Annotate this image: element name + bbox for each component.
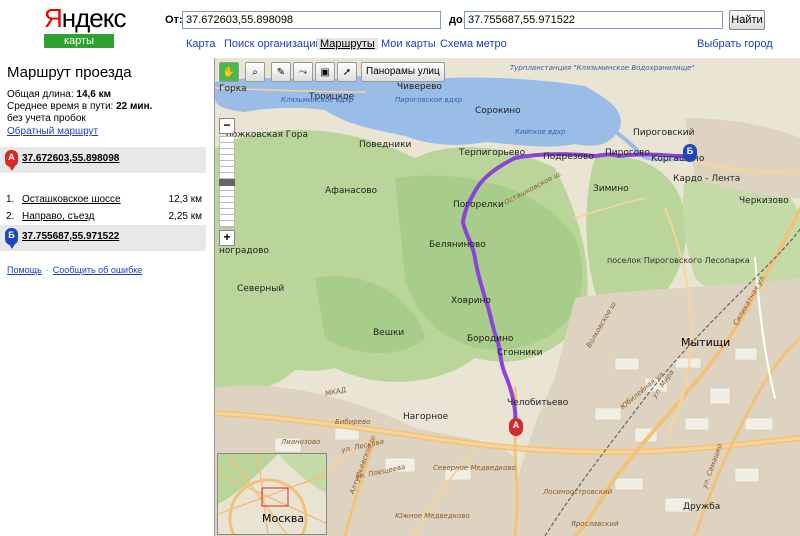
label-sorokino: Сорокино: [475, 106, 521, 116]
find-button[interactable]: Найти: [729, 10, 765, 30]
label-vdkhr: Клязьминское вдхр: [281, 96, 354, 104]
label-hovrino: Ховрино: [451, 296, 491, 306]
nav-my-maps[interactable]: Мои карты: [381, 38, 436, 50]
label-povedniki: Поведники: [359, 140, 412, 150]
label-yuzh-medvedkovo: Южное Медведково: [395, 512, 470, 520]
zoom-thumb[interactable]: [219, 179, 235, 186]
route-point-b[interactable]: Б 37.755687,55.971522: [0, 225, 206, 251]
step-number: 2.: [6, 211, 15, 222]
label-gorka: Горка: [219, 84, 247, 94]
zoom-in-button[interactable]: +: [219, 230, 235, 246]
zoom-area-icon[interactable]: ⌕: [245, 62, 265, 82]
step-distance: 2,25 км: [168, 211, 203, 222]
map-pin-b-icon[interactable]: Б: [683, 144, 697, 162]
route-length: Общая длина: 14,6 км: [7, 89, 111, 100]
help-link[interactable]: Помощь: [7, 265, 42, 275]
label-belyaninovo: Беляниново: [429, 240, 486, 250]
label-pos-pirog: поселок Пироговского Лесопарка: [607, 256, 750, 265]
zoom-out-button[interactable]: −: [219, 118, 235, 134]
report-error-link[interactable]: Сообщить об ошибке: [53, 265, 143, 275]
logo-word-rest: ндекс: [61, 3, 127, 33]
map-view[interactable]: Турпланстанция "Клязьминское Водохранили…: [214, 58, 800, 536]
logo-wordmark: Яндекс: [44, 3, 126, 33]
layers-icon[interactable]: ▣: [315, 62, 335, 82]
from-label: От:: [165, 14, 183, 26]
minimap-label-moskva: Москва: [262, 512, 305, 525]
label-podrezovo: Подрезово: [543, 152, 594, 162]
time-label: Среднее время в пути:: [7, 101, 114, 112]
length-value: 14,6 км: [76, 89, 112, 100]
label-severny: Северный: [237, 284, 285, 294]
pin-a-icon: А: [5, 150, 18, 171]
point-b-coords[interactable]: 37.755687,55.971522: [22, 231, 119, 242]
label-bibirevo: Бибирево: [335, 418, 371, 426]
pointer-icon[interactable]: ➚: [337, 62, 357, 82]
time-value: 22 мин.: [116, 101, 153, 112]
nav-org-search[interactable]: Поиск организаций: [224, 38, 322, 50]
length-label: Общая длина:: [7, 89, 74, 100]
from-input[interactable]: [182, 11, 441, 29]
to-input[interactable]: [464, 11, 723, 29]
label-druzhba: Дружба: [683, 502, 721, 512]
step-text[interactable]: Направо, съезд: [22, 211, 94, 222]
label-kiy: Кийское вдхр: [515, 128, 566, 136]
yandex-logo[interactable]: Яндекс карты: [44, 3, 126, 48]
panel-footer: Помощь · Сообщить об ошибке: [7, 265, 143, 275]
nav-routes[interactable]: Маршруты: [317, 38, 378, 50]
label-turplanshet: Турпланстанция "Клязьминское Водохранили…: [510, 64, 695, 72]
label-sgonniki: Сгонники: [497, 348, 543, 358]
step-text[interactable]: Осташковское шоссе: [22, 194, 121, 205]
label-cherkizovo: Черкизово: [739, 196, 789, 206]
zoom-control: − +: [219, 118, 239, 246]
reverse-route-link[interactable]: Обратный маршрут: [7, 126, 98, 137]
label-zimino: Зимино: [593, 184, 629, 194]
label-lianozovo: Лианозово: [281, 438, 321, 446]
label-sev-medvedkovo: Северное Медведково: [433, 464, 516, 472]
nav-map[interactable]: Карта: [186, 38, 215, 50]
label-pogorelki: Погорелки: [453, 200, 504, 210]
nav-metro-scheme[interactable]: Схема метро: [440, 38, 507, 50]
step-distance: 12,3 км: [168, 194, 203, 205]
map-toolbar: ✋ ⌕ ✎ ⤳ ▣ ➚ Панорамы улиц: [219, 62, 445, 82]
overview-minimap[interactable]: Москва: [217, 453, 327, 535]
map-pin-a-icon[interactable]: А: [509, 418, 523, 436]
street-panorama-button[interactable]: Панорамы улиц: [361, 62, 445, 82]
logo-subtitle: карты: [44, 34, 114, 48]
traffic-note: без учета пробок: [7, 113, 86, 124]
label-pirogovo: Пирогово: [605, 148, 650, 158]
route-point-a[interactable]: А 37.672603,55.898098: [0, 147, 206, 173]
route-time: Среднее время в пути: 22 мин.: [7, 101, 152, 112]
label-nogradovo: ноградово: [219, 246, 269, 256]
label-nagornoe: Нагорное: [403, 412, 449, 422]
route-tool-icon[interactable]: ⤳: [293, 62, 313, 82]
label-chelobitevo: Челобитьево: [507, 398, 569, 408]
label-borodino: Бородино: [467, 334, 514, 344]
label-chivirevo: Чиверево: [397, 82, 442, 92]
point-a-coords[interactable]: 37.672603,55.898098: [22, 153, 119, 164]
label-kardo: Кардо - Лента: [673, 174, 741, 184]
label-mytishchi: Мытищи: [681, 336, 731, 349]
route-title: Маршрут проезда: [7, 64, 132, 81]
label-yaroslavsky: Ярославский: [571, 520, 619, 528]
choose-city-link[interactable]: Выбрать город: [697, 38, 773, 50]
step-number: 1.: [6, 194, 15, 205]
label-terpigorevo: Терпигорьево: [459, 148, 526, 158]
logo-letter: Я: [44, 3, 63, 33]
label-afanasovo: Афанасово: [325, 186, 378, 196]
pin-b-icon: Б: [5, 228, 18, 249]
label-veshki: Вешки: [373, 328, 405, 338]
route-panel: Маршрут проезда Общая длина: 14,6 км Сре…: [0, 58, 214, 536]
label-pirogovskiy: Пироговский: [633, 128, 695, 138]
label-losinoostrovsky: Лосиноостровский: [543, 488, 613, 496]
label-vdkhr2: Пироговское вдхр: [395, 96, 463, 104]
ruler-icon[interactable]: ✎: [271, 62, 291, 82]
zoom-slider[interactable]: [219, 136, 235, 228]
hand-tool-icon[interactable]: ✋: [219, 62, 239, 82]
